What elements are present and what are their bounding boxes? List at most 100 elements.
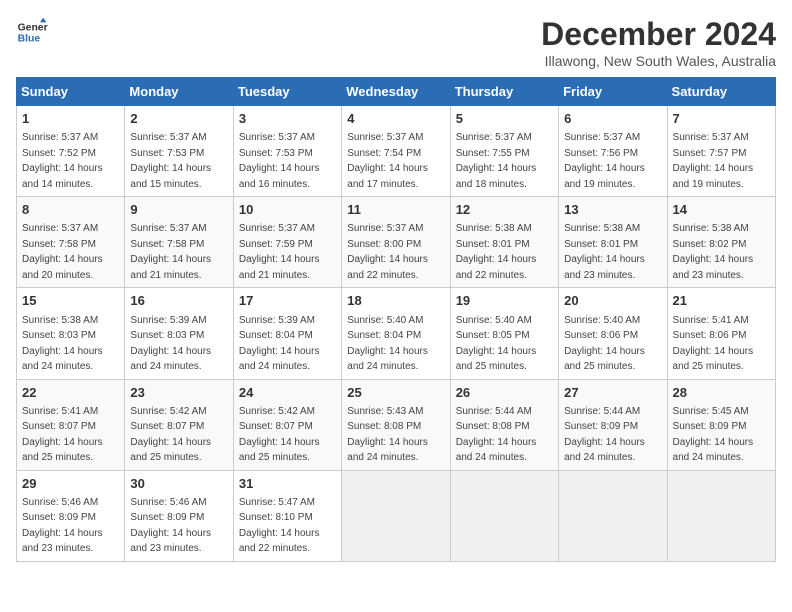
day-detail: Sunrise: 5:37 AMSunset: 7:58 PMDaylight:…	[22, 223, 103, 281]
day-detail: Sunrise: 5:41 AMSunset: 8:07 PMDaylight:…	[22, 406, 103, 464]
day-number: 30	[130, 475, 227, 493]
calendar-day-cell: 12 Sunrise: 5:38 AMSunset: 8:01 PMDayligh…	[450, 197, 558, 288]
day-detail: Sunrise: 5:38 AMSunset: 8:03 PMDaylight:…	[22, 315, 103, 373]
day-detail: Sunrise: 5:37 AMSunset: 8:00 PMDaylight:…	[347, 223, 428, 281]
calendar-day-cell: 13Sunrise: 5:38 AMSunset: 8:01 PMDayligh…	[559, 197, 667, 288]
calendar-day-cell: 20 Sunrise: 5:40 AMSunset: 8:06 PMDayligh…	[559, 288, 667, 379]
calendar-day-cell: 6 Sunrise: 5:37 AMSunset: 7:56 PMDaylight…	[559, 106, 667, 197]
header: General Blue December 2024 Illawong, New…	[16, 16, 776, 69]
day-detail: Sunrise: 5:44 AMSunset: 8:09 PMDaylight:…	[564, 406, 645, 464]
calendar-day-cell: 23 Sunrise: 5:42 AMSunset: 8:07 PMDayligh…	[125, 379, 233, 470]
day-number: 11	[347, 201, 444, 219]
day-number: 21	[673, 292, 770, 310]
calendar-day-cell: 22 Sunrise: 5:41 AMSunset: 8:07 PMDayligh…	[17, 379, 125, 470]
calendar-day-cell	[450, 470, 558, 561]
calendar-day-cell: 17Sunrise: 5:39 AMSunset: 8:04 PMDayligh…	[233, 288, 341, 379]
calendar-week-row: 15 Sunrise: 5:38 AMSunset: 8:03 PMDayligh…	[17, 288, 776, 379]
day-number: 15	[22, 292, 119, 310]
svg-text:General: General	[18, 22, 48, 33]
day-number: 24	[239, 384, 336, 402]
day-number: 5	[456, 110, 553, 128]
calendar-day-cell: 28Sunrise: 5:45 AMSunset: 8:09 PMDayligh…	[667, 379, 775, 470]
day-number: 9	[130, 201, 227, 219]
day-detail: Sunrise: 5:42 AMSunset: 8:07 PMDaylight:…	[130, 406, 211, 464]
calendar-table: SundayMondayTuesdayWednesdayThursdayFrid…	[16, 77, 776, 562]
calendar-day-cell: 19 Sunrise: 5:40 AMSunset: 8:05 PMDayligh…	[450, 288, 558, 379]
day-number: 7	[673, 110, 770, 128]
day-detail: Sunrise: 5:37 AMSunset: 7:57 PMDaylight:…	[673, 132, 754, 190]
day-number: 1	[22, 110, 119, 128]
weekday-header: Monday	[125, 78, 233, 106]
day-detail: Sunrise: 5:38 AMSunset: 8:01 PMDaylight:…	[456, 223, 537, 281]
day-number: 23	[130, 384, 227, 402]
title-area: December 2024 Illawong, New South Wales,…	[541, 16, 776, 69]
day-number: 29	[22, 475, 119, 493]
calendar-day-cell: 10Sunrise: 5:37 AMSunset: 7:59 PMDayligh…	[233, 197, 341, 288]
day-detail: Sunrise: 5:40 AMSunset: 8:06 PMDaylight:…	[564, 315, 645, 373]
logo: General Blue	[16, 16, 48, 48]
calendar-week-row: 8Sunrise: 5:37 AMSunset: 7:58 PMDaylight…	[17, 197, 776, 288]
day-number: 17	[239, 292, 336, 310]
calendar-day-cell: 9 Sunrise: 5:37 AMSunset: 7:58 PMDaylight…	[125, 197, 233, 288]
calendar-day-cell: 4Sunrise: 5:37 AMSunset: 7:54 PMDaylight…	[342, 106, 450, 197]
day-detail: Sunrise: 5:38 AMSunset: 8:01 PMDaylight:…	[564, 223, 645, 281]
day-number: 20	[564, 292, 661, 310]
day-number: 6	[564, 110, 661, 128]
day-detail: Sunrise: 5:42 AMSunset: 8:07 PMDaylight:…	[239, 406, 320, 464]
day-detail: Sunrise: 5:46 AMSunset: 8:09 PMDaylight:…	[130, 497, 211, 555]
day-detail: Sunrise: 5:37 AMSunset: 7:58 PMDaylight:…	[130, 223, 211, 281]
calendar-day-cell: 1Sunrise: 5:37 AMSunset: 7:52 PMDaylight…	[17, 106, 125, 197]
calendar-day-cell: 14Sunrise: 5:38 AMSunset: 8:02 PMDayligh…	[667, 197, 775, 288]
calendar-day-cell: 30 Sunrise: 5:46 AMSunset: 8:09 PMDayligh…	[125, 470, 233, 561]
weekday-header: Friday	[559, 78, 667, 106]
day-number: 14	[673, 201, 770, 219]
weekday-header: Thursday	[450, 78, 558, 106]
day-number: 25	[347, 384, 444, 402]
day-detail: Sunrise: 5:45 AMSunset: 8:09 PMDaylight:…	[673, 406, 754, 464]
calendar-day-cell: 3Sunrise: 5:37 AMSunset: 7:53 PMDaylight…	[233, 106, 341, 197]
day-number: 12	[456, 201, 553, 219]
day-detail: Sunrise: 5:37 AMSunset: 7:56 PMDaylight:…	[564, 132, 645, 190]
calendar-week-row: 29 Sunrise: 5:46 AMSunset: 8:09 PMDayligh…	[17, 470, 776, 561]
weekday-header: Wednesday	[342, 78, 450, 106]
day-number: 4	[347, 110, 444, 128]
month-title: December 2024	[541, 16, 776, 53]
calendar-day-cell: 11 Sunrise: 5:37 AMSunset: 8:00 PMDayligh…	[342, 197, 450, 288]
day-detail: Sunrise: 5:40 AMSunset: 8:05 PMDaylight:…	[456, 315, 537, 373]
calendar-week-row: 1Sunrise: 5:37 AMSunset: 7:52 PMDaylight…	[17, 106, 776, 197]
day-detail: Sunrise: 5:47 AMSunset: 8:10 PMDaylight:…	[239, 497, 320, 555]
calendar-day-cell: 26Sunrise: 5:44 AMSunset: 8:08 PMDayligh…	[450, 379, 558, 470]
calendar-day-cell: 21 Sunrise: 5:41 AMSunset: 8:06 PMDayligh…	[667, 288, 775, 379]
weekday-header: Tuesday	[233, 78, 341, 106]
calendar-day-cell: 29 Sunrise: 5:46 AMSunset: 8:09 PMDayligh…	[17, 470, 125, 561]
day-detail: Sunrise: 5:43 AMSunset: 8:08 PMDaylight:…	[347, 406, 428, 464]
day-detail: Sunrise: 5:37 AMSunset: 7:53 PMDaylight:…	[239, 132, 320, 190]
calendar-day-cell: 5 Sunrise: 5:37 AMSunset: 7:55 PMDaylight…	[450, 106, 558, 197]
calendar-day-cell: 2 Sunrise: 5:37 AMSunset: 7:53 PMDaylight…	[125, 106, 233, 197]
day-detail: Sunrise: 5:37 AMSunset: 7:53 PMDaylight:…	[130, 132, 211, 190]
calendar-week-row: 22 Sunrise: 5:41 AMSunset: 8:07 PMDayligh…	[17, 379, 776, 470]
day-number: 31	[239, 475, 336, 493]
svg-text:Blue: Blue	[18, 34, 41, 45]
weekday-header: Sunday	[17, 78, 125, 106]
day-detail: Sunrise: 5:37 AMSunset: 7:55 PMDaylight:…	[456, 132, 537, 190]
location-title: Illawong, New South Wales, Australia	[541, 53, 776, 69]
calendar-day-cell: 24 Sunrise: 5:42 AMSunset: 8:07 PMDayligh…	[233, 379, 341, 470]
day-detail: Sunrise: 5:46 AMSunset: 8:09 PMDaylight:…	[22, 497, 103, 555]
calendar-day-cell	[342, 470, 450, 561]
day-number: 16	[130, 292, 227, 310]
day-number: 2	[130, 110, 227, 128]
day-number: 18	[347, 292, 444, 310]
day-number: 26	[456, 384, 553, 402]
day-detail: Sunrise: 5:41 AMSunset: 8:06 PMDaylight:…	[673, 315, 754, 373]
day-number: 22	[22, 384, 119, 402]
calendar-day-cell: 27Sunrise: 5:44 AMSunset: 8:09 PMDayligh…	[559, 379, 667, 470]
day-number: 19	[456, 292, 553, 310]
calendar-day-cell	[667, 470, 775, 561]
calendar-day-cell: 25 Sunrise: 5:43 AMSunset: 8:08 PMDayligh…	[342, 379, 450, 470]
day-detail: Sunrise: 5:39 AMSunset: 8:03 PMDaylight:…	[130, 315, 211, 373]
calendar-day-cell: 16 Sunrise: 5:39 AMSunset: 8:03 PMDayligh…	[125, 288, 233, 379]
logo-icon: General Blue	[16, 16, 48, 48]
calendar-day-cell	[559, 470, 667, 561]
day-detail: Sunrise: 5:37 AMSunset: 7:59 PMDaylight:…	[239, 223, 320, 281]
